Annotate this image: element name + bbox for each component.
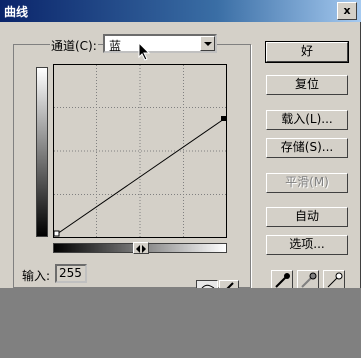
smooth-label: 平滑(M) — [285, 175, 329, 189]
channel-value: 蓝 — [109, 39, 122, 53]
graph-border — [53, 64, 227, 238]
curves-dialog: 曲线 x 通道(C): 蓝 输入: 255 好 复位 载入(L)... 存储(S… — [0, 0, 361, 300]
window-title: 曲线 — [4, 5, 29, 19]
auto-button[interactable]: 自动 — [266, 207, 348, 227]
output-gradient-bar — [36, 67, 48, 237]
curve-end-point[interactable] — [221, 116, 226, 121]
ok-button[interactable]: 好 — [265, 41, 349, 63]
save-button[interactable]: 存储(S)... — [266, 138, 348, 158]
close-icon[interactable]: x — [337, 2, 357, 20]
title-bar[interactable]: 曲线 x — [0, 0, 361, 22]
reset-label: 复位 — [294, 77, 319, 91]
channel-select[interactable]: 蓝 — [103, 34, 217, 53]
gradient-toggle-icon — [136, 245, 146, 253]
gradient-toggle-button[interactable] — [133, 242, 149, 254]
ok-label: 好 — [300, 44, 313, 58]
arrow-cursor-icon — [138, 42, 151, 61]
background-region — [0, 288, 361, 358]
dropdown-arrow-icon[interactable] — [200, 36, 215, 51]
save-label: 存储(S)... — [280, 140, 334, 154]
options-button[interactable]: 选项... — [266, 235, 348, 255]
load-label: 载入(L)... — [281, 112, 333, 126]
options-label: 选项... — [289, 237, 325, 251]
input-label: 输入: — [22, 267, 51, 284]
left-edge — [0, 0, 10, 300]
load-button[interactable]: 载入(L)... — [266, 110, 348, 130]
auto-label: 自动 — [294, 209, 319, 223]
input-value-field[interactable]: 255 — [55, 264, 87, 283]
smooth-button[interactable]: 平滑(M) — [266, 173, 348, 193]
curve-start-point[interactable] — [53, 230, 60, 237]
reset-button[interactable]: 复位 — [266, 75, 348, 95]
curve-graph[interactable] — [53, 64, 227, 238]
channel-label: 通道(C): — [50, 37, 98, 54]
